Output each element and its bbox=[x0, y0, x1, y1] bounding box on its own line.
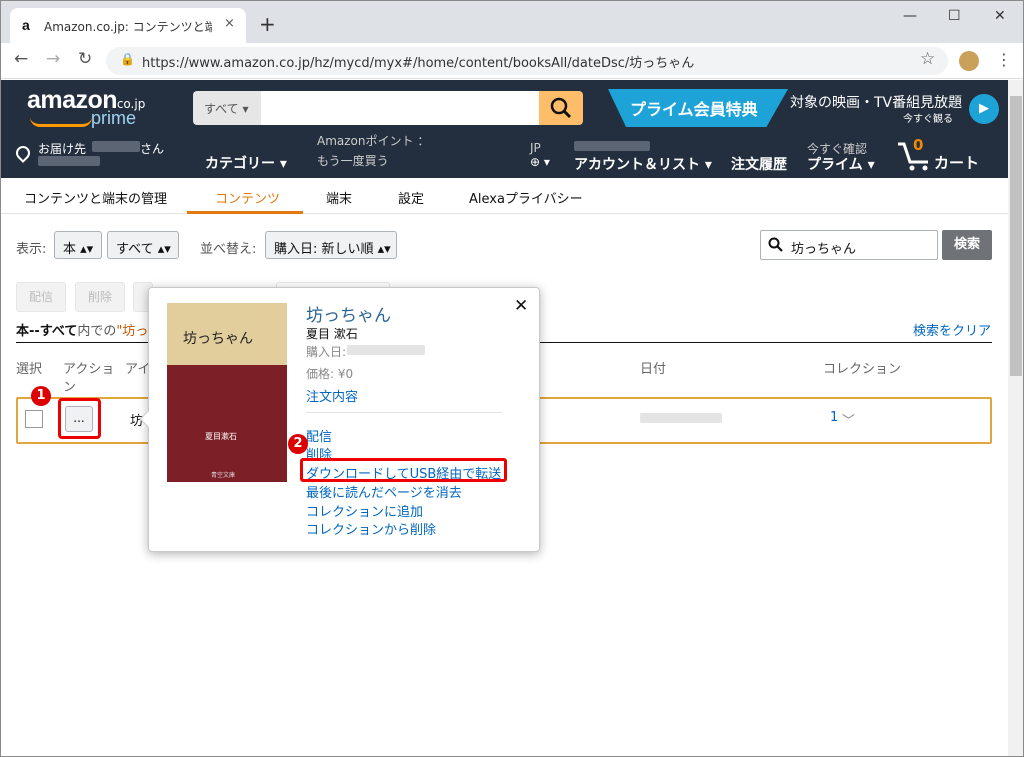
prime-video-text[interactable]: 対象の映画・TV番組見放題 bbox=[790, 92, 962, 112]
cart-link[interactable]: カート bbox=[934, 152, 979, 173]
redacted-date bbox=[640, 413, 722, 423]
delete-button[interactable]: 削除 bbox=[75, 282, 125, 312]
forward-button[interactable]: → bbox=[46, 49, 60, 69]
purchase-date-label: 購入日: bbox=[306, 345, 347, 359]
profile-avatar[interactable] bbox=[959, 51, 979, 71]
summary-scope: 本--すべて bbox=[16, 324, 78, 339]
categories-menu[interactable]: カテゴリー ▾ bbox=[205, 153, 287, 173]
account-lists-menu[interactable]: アカウント＆リスト ▾ bbox=[574, 154, 712, 174]
lock-icon[interactable]: 🔒 bbox=[120, 52, 135, 66]
tab-devices[interactable]: 端末 bbox=[326, 188, 352, 207]
clear-search-link[interactable]: 検索をクリア bbox=[913, 320, 991, 339]
url-text[interactable]: https://www.amazon.co.jp/hz/mycd/myx#/ho… bbox=[142, 52, 694, 71]
menu-clear-last-page[interactable]: 最後に読んだページを消去 bbox=[306, 482, 462, 501]
header-search-input[interactable] bbox=[261, 91, 539, 125]
sort-select[interactable]: 購入日: 新しい順 ▴▾ bbox=[265, 231, 397, 259]
reload-button[interactable]: ↻ bbox=[78, 49, 92, 69]
deliver-to-label[interactable]: お届け先 bbox=[38, 140, 86, 157]
scrollbar-thumb[interactable] bbox=[1010, 96, 1022, 376]
highlight-action-box bbox=[58, 398, 101, 439]
header-search-button[interactable] bbox=[539, 91, 583, 125]
popover-divider bbox=[306, 412, 502, 413]
tab-content[interactable]: コンテンツ bbox=[215, 188, 280, 207]
minimize-button[interactable]: — bbox=[903, 8, 917, 24]
tab-alexa-privacy[interactable]: Alexaプライバシー bbox=[469, 188, 583, 207]
scope-select[interactable]: すべて ▴▾ bbox=[107, 231, 179, 259]
orders-link[interactable]: 注文履歴 bbox=[731, 154, 787, 174]
redacted-account-name bbox=[574, 141, 650, 151]
content-search-button[interactable]: 検索 bbox=[942, 230, 992, 260]
column-action: アクショ bbox=[63, 362, 115, 377]
popover-author: 夏目 漱石 bbox=[306, 327, 358, 341]
column-action-wrap: ン bbox=[63, 380, 77, 395]
column-select: 選択 bbox=[16, 362, 43, 377]
chevron-down-icon[interactable]: ﹀ bbox=[842, 410, 855, 429]
magnifier-icon bbox=[550, 97, 572, 119]
chrome-menu-icon[interactable]: ⋮ bbox=[996, 50, 1012, 69]
logo-prime: prime bbox=[91, 108, 137, 128]
column-date[interactable]: 日付 bbox=[640, 358, 666, 377]
deliver-button[interactable]: 配信 bbox=[16, 282, 66, 312]
cover-author: 夏目漱石 bbox=[205, 432, 237, 441]
maximize-button[interactable]: ☐ bbox=[948, 8, 961, 24]
amazon-favicon-icon: a bbox=[22, 17, 30, 33]
menu-add-collection[interactable]: コレクションに追加 bbox=[306, 501, 423, 520]
play-icon[interactable]: ▶ bbox=[969, 94, 999, 124]
results-summary: 本--すべて内での"坊っち bbox=[16, 320, 161, 339]
tab-title[interactable]: Amazon.co.jp: コンテンツと端末の管 bbox=[44, 18, 212, 35]
search-icon bbox=[768, 237, 783, 252]
deliver-san: さん bbox=[140, 142, 165, 156]
summary-mid: 内での bbox=[77, 324, 117, 339]
globe-icon[interactable]: ⊕ ▾ bbox=[530, 155, 550, 169]
prime-banner-text[interactable]: プライム会員特典 bbox=[630, 96, 758, 120]
type-select[interactable]: 本 ▴▾ bbox=[54, 231, 102, 259]
sort-label: 並べ替え: bbox=[200, 242, 257, 257]
prime-menu[interactable]: プライム ▾ bbox=[807, 154, 875, 174]
collection-count[interactable]: 1 bbox=[830, 410, 838, 425]
cover-publisher: 青空文庫 bbox=[211, 472, 236, 479]
price-label: 価格: ¥0 bbox=[306, 367, 354, 381]
cover-title: 坊っちゃん bbox=[183, 331, 253, 347]
step-marker-1: 1 bbox=[31, 386, 51, 406]
cart-count: 0 bbox=[913, 136, 924, 154]
popover-title[interactable]: 坊っちゃん bbox=[306, 301, 391, 326]
redacted-purchase-date bbox=[347, 345, 425, 355]
back-button[interactable]: ← bbox=[14, 49, 28, 69]
buy-again-link[interactable]: もう一度買う bbox=[317, 152, 389, 169]
search-category-select[interactable]: すべて ▾ bbox=[193, 91, 261, 125]
column-collection[interactable]: コレクション bbox=[823, 358, 901, 377]
new-tab-button[interactable]: + bbox=[259, 12, 276, 36]
content-search-input[interactable]: 坊っちゃん bbox=[760, 230, 938, 260]
redacted-name bbox=[92, 141, 140, 152]
column-item: アイ bbox=[125, 362, 151, 377]
redacted-address bbox=[38, 156, 100, 166]
order-details-link[interactable]: 注文内容 bbox=[306, 386, 358, 405]
page-title: コンテンツと端末の管理 bbox=[24, 192, 168, 207]
display-label: 表示: bbox=[16, 242, 47, 257]
close-icon[interactable]: ✕ bbox=[514, 296, 528, 316]
active-tab-indicator bbox=[187, 211, 303, 214]
bookmark-star-icon[interactable]: ☆ bbox=[920, 49, 935, 69]
menu-deliver[interactable]: 配信 bbox=[306, 426, 332, 445]
step-marker-2: 2 bbox=[288, 434, 308, 454]
menu-remove-collection[interactable]: コレクションから削除 bbox=[306, 519, 436, 538]
row-checkbox[interactable] bbox=[25, 410, 43, 428]
points-label[interactable]: Amazonポイント ： bbox=[317, 132, 429, 149]
highlight-download-box bbox=[300, 458, 507, 482]
tab-close-icon[interactable]: × bbox=[224, 16, 235, 31]
close-window-button[interactable]: ✕ bbox=[994, 8, 1006, 24]
prime-video-sub[interactable]: 今すぐ観る bbox=[903, 110, 953, 125]
language-label[interactable]: JP bbox=[530, 141, 541, 155]
tab-settings[interactable]: 設定 bbox=[398, 188, 424, 207]
amazon-smile-icon bbox=[30, 117, 92, 127]
